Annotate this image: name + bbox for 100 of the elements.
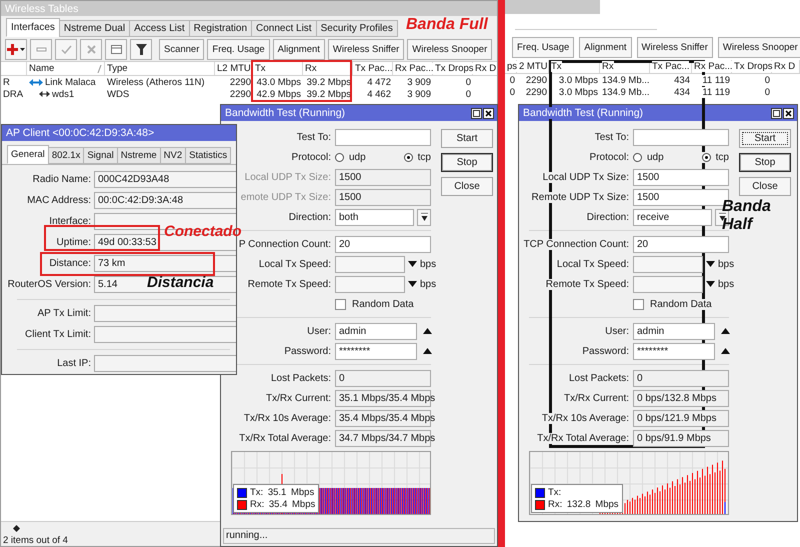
table-cell: 2290 bbox=[526, 74, 547, 86]
column-header: Tx Drops bbox=[734, 61, 773, 72]
input-field[interactable]: admin bbox=[633, 322, 715, 340]
dialog-button[interactable]: Stop bbox=[739, 153, 791, 172]
column-header: 2 MTU bbox=[519, 61, 548, 72]
input-field[interactable]: 1500 bbox=[633, 168, 729, 186]
annotation-text: Banda Full bbox=[406, 17, 488, 33]
filter-button[interactable] bbox=[130, 39, 152, 60]
radio-button[interactable]: tcp bbox=[404, 152, 431, 162]
field-label: Local UDP Tx Size: bbox=[244, 172, 331, 182]
caret-icon[interactable] bbox=[721, 328, 730, 334]
field-label: MAC Address: bbox=[27, 195, 91, 206]
dialog-button[interactable]: Close bbox=[739, 177, 791, 196]
sort-icon[interactable] bbox=[97, 64, 102, 72]
input-field[interactable]: admin bbox=[335, 322, 417, 340]
window-title: Bandwidth Test (Running) bbox=[225, 107, 346, 119]
output-field: 0 bbox=[335, 370, 431, 386]
input-field[interactable]: 00:0C:42:D9:3A:48 bbox=[94, 192, 236, 209]
input-field[interactable] bbox=[94, 305, 236, 322]
add-button[interactable] bbox=[5, 39, 27, 60]
toolbar-button[interactable]: Freq. Usage bbox=[512, 37, 574, 58]
field-label: Uptime: bbox=[56, 237, 91, 248]
radio-button[interactable]: udp bbox=[633, 152, 664, 162]
field-label: Tx/Rx Total Average: bbox=[239, 432, 331, 444]
input-field[interactable] bbox=[633, 276, 703, 292]
input-field[interactable] bbox=[335, 276, 405, 292]
input-field[interactable] bbox=[94, 326, 236, 343]
table-cell: 134.9 Mb... bbox=[602, 74, 650, 86]
tab[interactable]: Nstreme Dual bbox=[58, 20, 130, 37]
caret-icon[interactable] bbox=[423, 348, 432, 354]
field-label: Password: bbox=[284, 346, 331, 356]
table-cell: 3 909 bbox=[407, 76, 431, 88]
tab[interactable]: NV2 bbox=[160, 147, 186, 164]
tab[interactable]: Statistics bbox=[185, 147, 232, 164]
caret-icon[interactable] bbox=[721, 348, 730, 354]
input-field[interactable]: 20 bbox=[633, 236, 729, 252]
dialog-button[interactable]: Start bbox=[739, 129, 791, 148]
input-field[interactable]: ******** bbox=[335, 342, 417, 360]
field-label: Tx/Rx 10s Average: bbox=[542, 412, 629, 424]
input-field[interactable] bbox=[633, 256, 703, 272]
toolbar-button[interactable]: Wireless Sniffer bbox=[328, 39, 404, 60]
radio-button[interactable]: udp bbox=[335, 152, 366, 162]
dialog-button[interactable]: Start bbox=[441, 129, 493, 148]
field-label: Local Tx Speed: bbox=[556, 258, 629, 270]
caret-icon[interactable] bbox=[423, 328, 432, 334]
toolbar-button[interactable]: Freq. Usage bbox=[207, 39, 270, 60]
tab[interactable]: Connect List bbox=[251, 20, 317, 37]
tab[interactable]: Access List bbox=[129, 20, 190, 37]
input-field[interactable] bbox=[633, 128, 729, 146]
legend-label: Tx: bbox=[548, 487, 562, 498]
close-icon[interactable] bbox=[783, 108, 794, 118]
input-field[interactable]: 73 km bbox=[94, 255, 236, 272]
maximize-icon[interactable] bbox=[471, 108, 482, 118]
toolbar-button[interactable]: Scanner bbox=[159, 39, 204, 60]
dialog-button[interactable]: Close bbox=[441, 177, 493, 196]
table-cell: 0 bbox=[510, 74, 515, 86]
table-cell: 434 bbox=[674, 74, 690, 86]
tab[interactable]: Security Profiles bbox=[316, 20, 398, 37]
input-field[interactable] bbox=[335, 256, 405, 272]
table-cell: wds1 bbox=[52, 88, 74, 100]
comment-button[interactable] bbox=[105, 39, 127, 60]
field-label: Remote Tx Speed: bbox=[546, 278, 629, 290]
caret-icon[interactable] bbox=[706, 281, 715, 287]
caret-icon[interactable] bbox=[408, 281, 417, 287]
field-label: Remote Tx Speed: bbox=[248, 278, 331, 290]
column-header: Type bbox=[107, 63, 128, 74]
caret-icon[interactable] bbox=[706, 261, 715, 267]
dropdown-field[interactable]: both bbox=[335, 208, 414, 226]
dropdown-field[interactable]: receive bbox=[633, 208, 712, 226]
field-label: AP Tx Limit: bbox=[37, 308, 91, 319]
input-field[interactable]: 000C42D93A48 bbox=[94, 171, 236, 188]
field-label: Protocol: bbox=[590, 152, 629, 162]
tab[interactable]: General bbox=[7, 145, 49, 164]
dialog-button[interactable]: Stop bbox=[441, 153, 493, 172]
unit-label: bps bbox=[718, 258, 734, 270]
tab[interactable]: Signal bbox=[83, 147, 118, 164]
dropdown-button[interactable] bbox=[417, 208, 431, 226]
maximize-icon[interactable] bbox=[771, 108, 782, 118]
scroll-left-icon[interactable] bbox=[13, 525, 20, 532]
toolbar-button[interactable]: Wireless Snooper bbox=[407, 39, 492, 60]
toolbar-button[interactable]: Alignment bbox=[579, 37, 632, 58]
table-cell: 3.0 Mbps bbox=[558, 86, 598, 98]
input-field[interactable] bbox=[335, 128, 431, 146]
toolbar-button[interactable]: Wireless Sniffer bbox=[636, 37, 713, 58]
tab[interactable]: Nstreme bbox=[116, 147, 161, 164]
radio-button[interactable]: tcp bbox=[702, 152, 729, 162]
input-field[interactable]: ******** bbox=[633, 342, 715, 360]
field-label: Local UDP Tx Size: bbox=[542, 172, 629, 182]
toolbar-button[interactable]: Wireless Snooper bbox=[718, 37, 800, 58]
tab[interactable]: 802.1x bbox=[48, 147, 84, 164]
caret-icon[interactable] bbox=[408, 261, 417, 267]
close-icon[interactable] bbox=[483, 108, 494, 118]
tab[interactable]: Interfaces bbox=[6, 18, 60, 37]
input-field[interactable] bbox=[94, 355, 236, 372]
toolbar-button[interactable]: Alignment bbox=[272, 39, 325, 60]
column-header: Rx D bbox=[774, 61, 796, 72]
tab[interactable]: Registration bbox=[188, 20, 252, 37]
field-label: P Connection Count: bbox=[238, 238, 331, 250]
input-field[interactable]: 20 bbox=[335, 236, 431, 252]
field-label: TCP Connection Count: bbox=[524, 238, 629, 250]
